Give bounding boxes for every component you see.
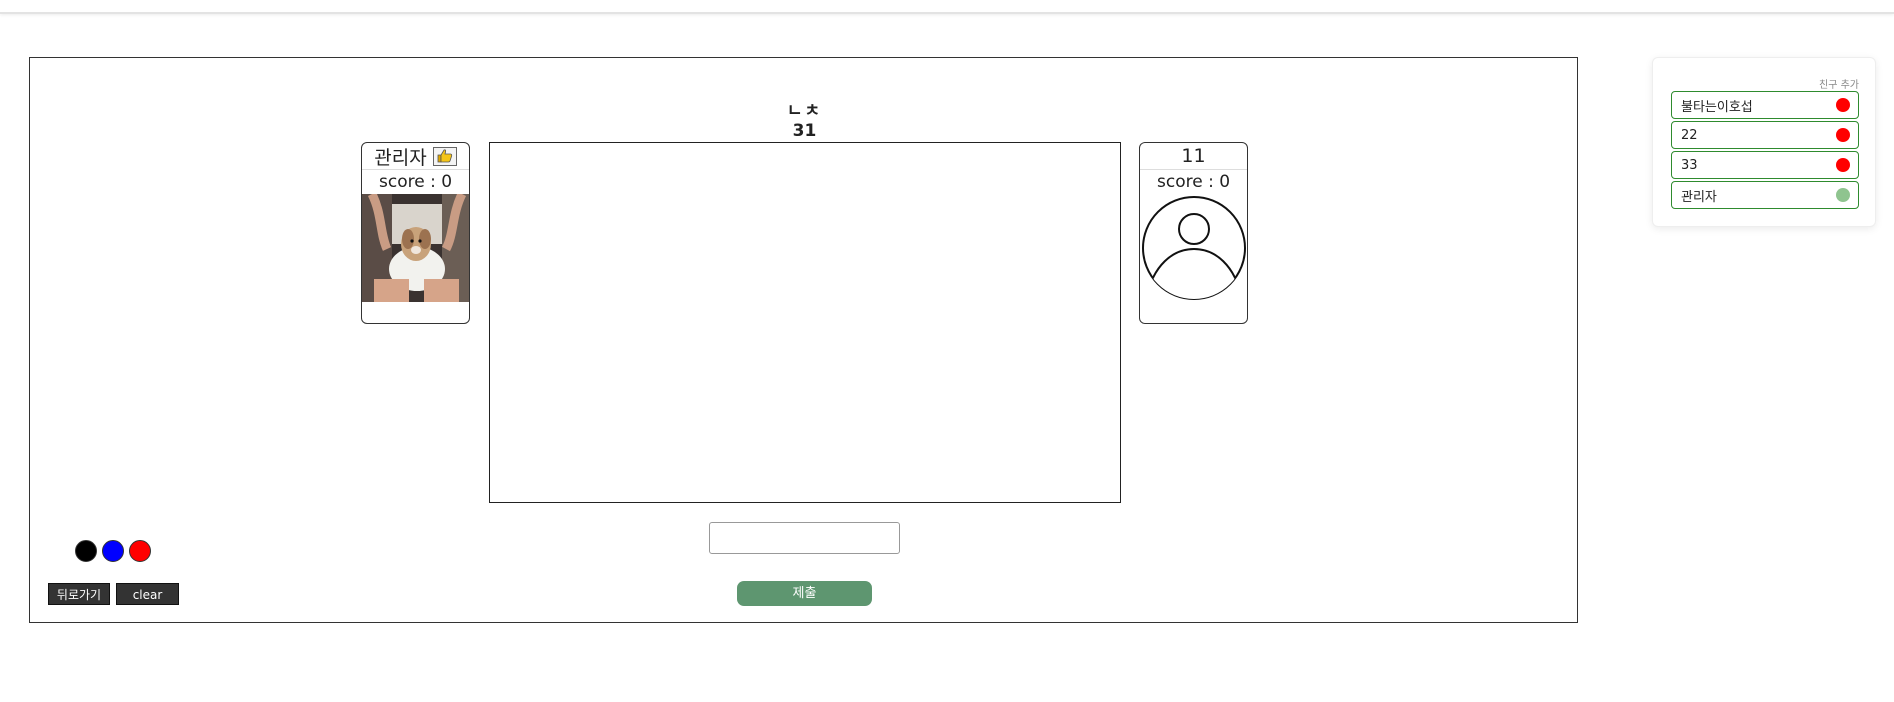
player-camera-photo	[362, 194, 469, 302]
status-dot	[1836, 158, 1850, 172]
word-hint: ㄴㅊ	[786, 101, 823, 121]
friend-item[interactable]: 관리자	[1671, 181, 1859, 209]
thumbs-up-icon	[437, 149, 452, 163]
add-friend-link[interactable]: 친구 추가	[1819, 76, 1859, 91]
player-name: 관리자	[374, 146, 427, 169]
back-button[interactable]: 뒤로가기	[48, 583, 110, 605]
player-card-admin: 관리자 score : 0	[361, 142, 470, 324]
player-name-row: 관리자	[362, 143, 469, 170]
friend-name: 22	[1681, 127, 1698, 143]
game-board: ㄴㅊ 31 관리자 score : 0 11 score: 0 제출 뒤로가기…	[29, 57, 1578, 623]
friend-name: 관리자	[1681, 189, 1717, 205]
status-dot	[1836, 128, 1850, 142]
color-red-swatch[interactable]	[129, 540, 151, 562]
player-score: score : 0	[1156, 172, 1231, 192]
friend-item[interactable]: 33	[1671, 151, 1859, 179]
like-button[interactable]	[432, 146, 457, 166]
clear-button[interactable]: clear	[116, 583, 179, 605]
friends-panel: 친구 추가 불타는이호섭 22 33 관리자	[1652, 57, 1876, 227]
friend-name: 불타는이호섭	[1681, 99, 1753, 115]
friend-name: 33	[1681, 157, 1698, 173]
friend-item[interactable]: 불타는이호섭	[1671, 91, 1859, 119]
status-dot	[1836, 98, 1850, 112]
status-dot	[1836, 188, 1850, 202]
player-name: 11	[1181, 145, 1206, 167]
default-avatar-icon	[1141, 196, 1246, 300]
color-blue-swatch[interactable]	[102, 540, 124, 562]
player-name-row: 11	[1140, 143, 1247, 170]
submit-button[interactable]: 제출	[737, 581, 872, 606]
friend-item[interactable]: 22	[1671, 121, 1859, 149]
countdown-timer: 31	[792, 121, 817, 141]
answer-input[interactable]	[709, 522, 900, 554]
player-card-11: 11 score : 0	[1139, 142, 1248, 324]
top-bar	[0, 0, 1894, 14]
drawing-canvas[interactable]	[489, 142, 1121, 503]
player-score: score : 0	[378, 172, 453, 192]
color-black-swatch[interactable]	[75, 540, 97, 562]
